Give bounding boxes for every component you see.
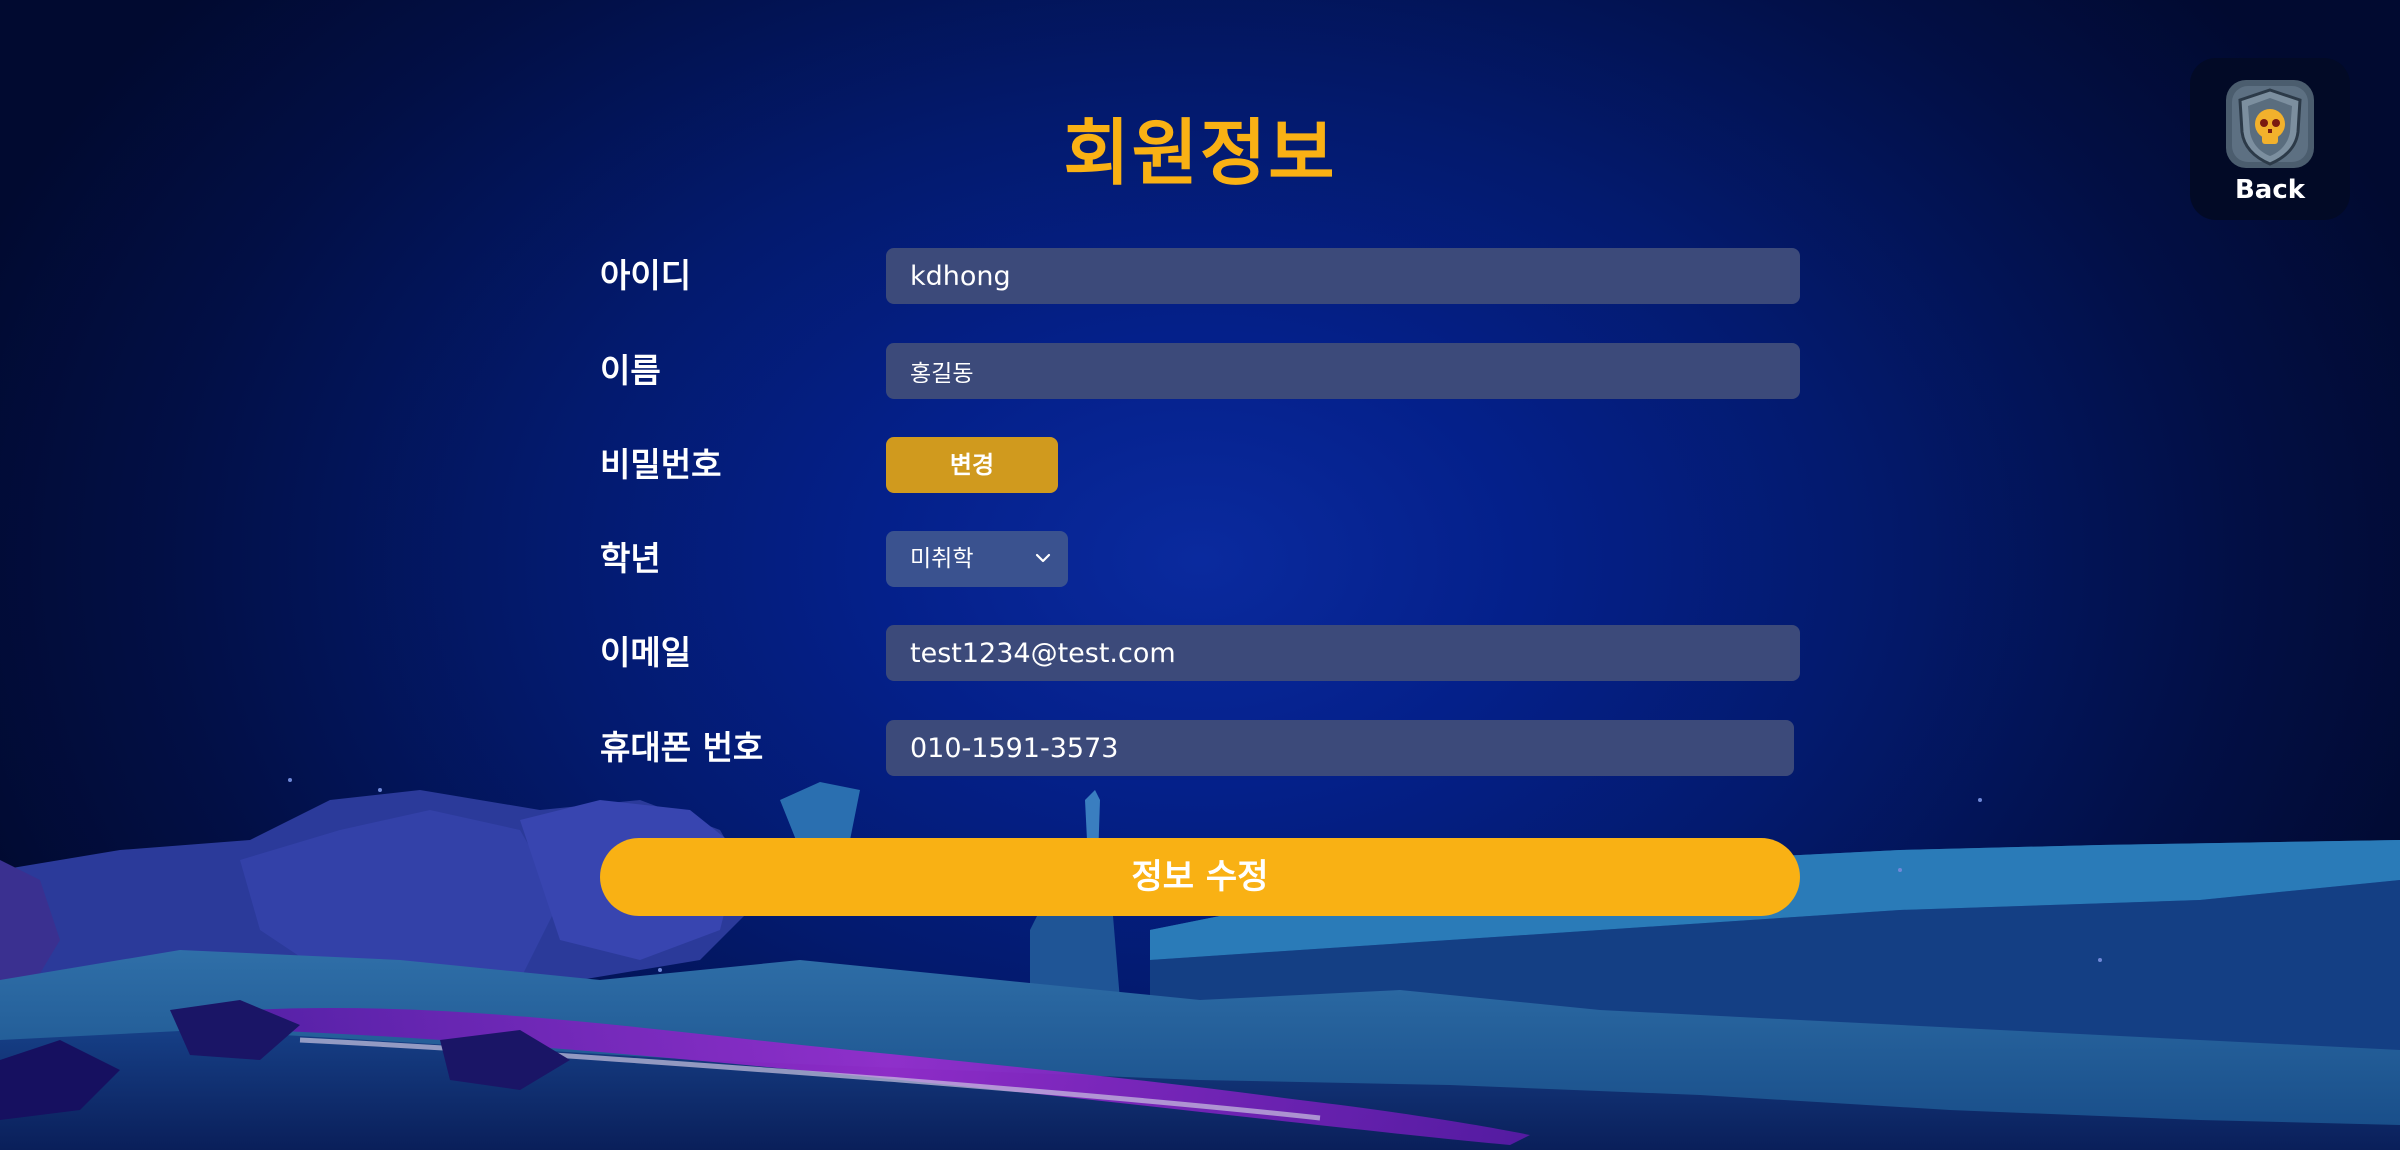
back-button[interactable]: Back bbox=[2190, 58, 2350, 220]
name-field[interactable] bbox=[886, 343, 1800, 399]
app-screen: 회원정보 Back 아이디 이름 비밀번호 변경 학년 bbox=[0, 0, 2400, 1150]
email-label: 이메일 bbox=[600, 633, 692, 672]
chevron-down-icon bbox=[1035, 553, 1051, 563]
grade-label: 학년 bbox=[600, 539, 661, 578]
row-grade: 학년 미취학 bbox=[600, 531, 1800, 587]
row-password: 비밀번호 변경 bbox=[600, 437, 1800, 493]
back-label: Back bbox=[2234, 175, 2306, 205]
password-label: 비밀번호 bbox=[600, 445, 722, 484]
user-id-label: 아이디 bbox=[600, 256, 692, 295]
skull-shield-icon bbox=[2226, 80, 2314, 168]
grade-selected-value: 미취학 bbox=[910, 546, 974, 572]
grade-select[interactable]: 미취학 bbox=[886, 531, 1068, 587]
update-info-button[interactable]: 정보 수정 bbox=[600, 838, 1800, 916]
row-phone: 휴대폰 번호 bbox=[600, 720, 1800, 776]
name-label: 이름 bbox=[600, 351, 661, 390]
row-name: 이름 bbox=[600, 343, 1800, 399]
row-user-id: 아이디 bbox=[600, 248, 1800, 304]
change-password-button[interactable]: 변경 bbox=[886, 437, 1058, 493]
row-email: 이메일 bbox=[600, 625, 1800, 681]
phone-field[interactable] bbox=[886, 720, 1794, 776]
page-title: 회원정보 bbox=[1063, 111, 1337, 195]
phone-label: 휴대폰 번호 bbox=[600, 728, 764, 767]
email-field[interactable] bbox=[886, 625, 1800, 681]
user-id-field[interactable] bbox=[886, 248, 1800, 304]
